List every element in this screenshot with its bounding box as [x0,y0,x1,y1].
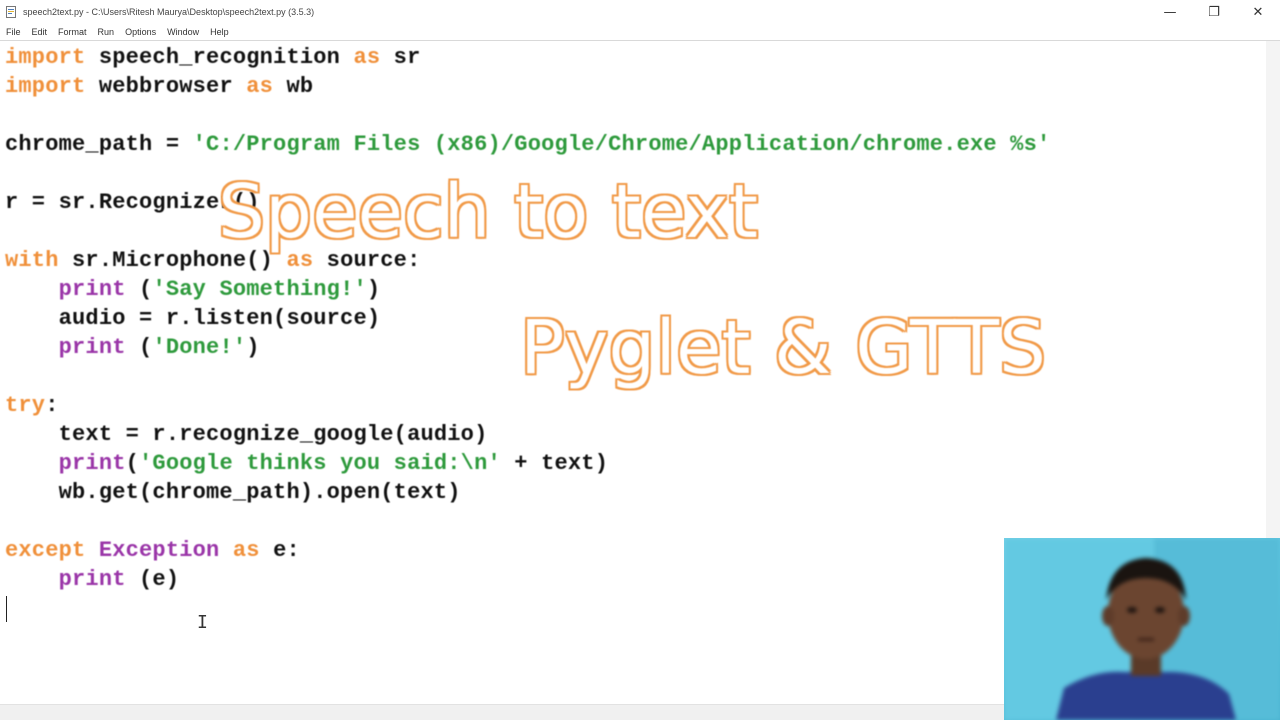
statement: text = r.recognize_google(audio) [5,422,488,447]
code-line-14: print (e) [5,566,179,594]
window-controls: — ❐ ✕ [1148,0,1280,24]
python-file-icon [5,6,17,18]
keyword: import [5,45,86,70]
string-literal: 'Done!' [152,335,247,360]
alias: sr [380,45,421,70]
code-line-9: try: [5,392,59,420]
paren: ) [366,277,381,302]
colon: : [45,393,59,418]
statement: audio = r.listen(source) [5,306,381,331]
code-line-10: text = r.recognize_google(audio) [5,421,488,449]
paren: ) [246,335,260,360]
builtin-class: Exception [98,538,220,563]
builtin-function: print [58,451,126,476]
keyword: with [5,248,59,273]
code-line-12: wb.get(chrome_path).open(text) [5,479,461,507]
string-literal: 'C:/Program Files (x86)/Google/Chrome/Ap… [192,132,1051,157]
menu-run[interactable]: Run [93,27,120,37]
keyword: except [5,538,86,563]
menu-edit[interactable]: Edit [27,27,53,37]
overlay-title-pyglet-gtts: Pyglet & GTTS [520,305,1047,391]
builtin-function: print [58,567,126,592]
title-bar: speech2text.py - C:\Users\Ritesh Maurya\… [0,0,1280,24]
menu-options[interactable]: Options [120,27,161,37]
expression: e: [259,538,300,563]
expression: + text) [500,451,609,476]
variable: chrome_path = [5,132,193,157]
keyword: as [232,538,260,563]
code-line-3: chrome_path = 'C:/Program Files (x86)/Go… [5,131,1050,159]
builtin-function: print [58,335,126,360]
module-name: speech_recognition [85,45,354,70]
menu-help[interactable]: Help [205,27,234,37]
text-cursor [6,596,7,622]
code-line-11: print('Google thinks you said:\n' + text… [5,450,608,478]
minimize-button[interactable]: — [1148,0,1192,24]
builtin-function: print [58,277,126,302]
keyword: as [353,45,381,70]
paren: ( [125,335,153,360]
menu-bar: File Edit Format Run Options Window Help [0,24,1280,40]
module-name: webbrowser [85,74,247,99]
restore-button[interactable]: ❐ [1192,0,1236,24]
webcam-video [1004,538,1280,720]
menu-format[interactable]: Format [53,27,92,37]
menu-file[interactable]: File [1,27,26,37]
ibeam-pointer-icon: I [197,612,208,633]
menu-window[interactable]: Window [162,27,204,37]
code-line-6: print ('Say Something!') [5,276,380,304]
statement: wb.get(chrome_path).open(text) [5,480,461,505]
code-line-8: print ('Done!') [5,334,260,362]
code-line-2: import webbrowser as wb [5,73,313,101]
overlay-title-speech-to-text: Speech to text [218,169,758,255]
code-line-13: except Exception as e: [5,537,300,565]
window-title: speech2text.py - C:\Users\Ritesh Maurya\… [23,7,315,17]
paren: ( [125,277,153,302]
code-line-1: import speech_recognition as sr [5,44,421,72]
alias: wb [273,74,314,99]
paren: ( [125,451,140,476]
string-literal: 'Say Something!' [152,277,367,302]
keyword: import [5,74,86,99]
expression: (e) [125,567,180,592]
string-literal: 'Google thinks you said:\n' [139,451,501,476]
code-line-7: audio = r.listen(source) [5,305,380,333]
keyword: try [5,393,46,418]
keyword: as [246,74,274,99]
close-button[interactable]: ✕ [1236,0,1280,24]
